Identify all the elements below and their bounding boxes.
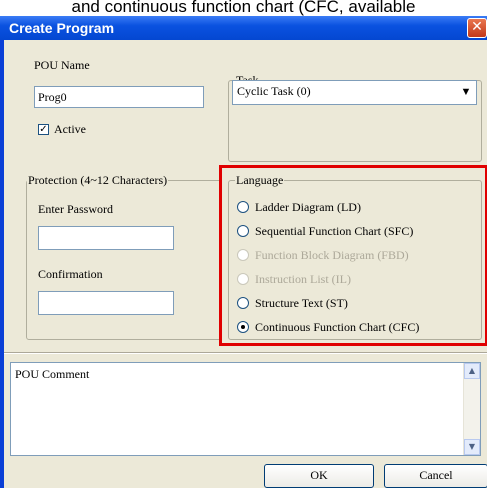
pou-comment-label: POU Comment: [15, 367, 90, 381]
password-label: Enter Password: [38, 202, 113, 216]
confirmation-label: Confirmation: [38, 267, 103, 281]
create-program-dialog: Create Program ✕ POU Name Prog0 ✓ Active…: [0, 16, 487, 488]
close-icon: ✕: [471, 19, 483, 35]
task-select[interactable]: Cyclic Task (0) ▼: [232, 80, 477, 105]
ok-button[interactable]: OK: [264, 464, 374, 488]
scroll-up-icon[interactable]: ▲: [464, 363, 480, 379]
pou-comment-textarea[interactable]: POU Comment ▲ ▼: [10, 362, 481, 456]
document-caption: and continuous function chart (CFC, avai…: [0, 0, 487, 16]
comment-scrollbar[interactable]: ▲ ▼: [463, 363, 480, 455]
pou-name-value: Prog0: [38, 90, 67, 104]
check-icon: ✓: [39, 124, 48, 135]
title-bar[interactable]: Create Program ✕: [0, 16, 487, 40]
confirmation-input[interactable]: [38, 291, 174, 315]
pou-name-label: POU Name: [34, 58, 90, 72]
close-button[interactable]: ✕: [467, 18, 487, 38]
task-select-value: Cyclic Task (0): [237, 84, 311, 98]
active-checkbox[interactable]: ✓: [38, 124, 49, 135]
pou-name-input[interactable]: Prog0: [34, 86, 204, 108]
chevron-down-icon[interactable]: ▼: [458, 83, 474, 102]
divider: [4, 352, 487, 354]
password-input[interactable]: [38, 226, 174, 250]
cancel-button[interactable]: Cancel: [384, 464, 487, 488]
dialog-body: POU Name Prog0 ✓ Active Task Cyclic Task…: [4, 40, 487, 488]
protection-group-label: Protection (4~12 Characters): [27, 173, 169, 187]
dialog-title: Create Program: [9, 20, 115, 36]
scroll-down-icon[interactable]: ▼: [464, 439, 480, 455]
active-label: Active: [54, 122, 86, 136]
language-highlight-box: [219, 165, 487, 346]
